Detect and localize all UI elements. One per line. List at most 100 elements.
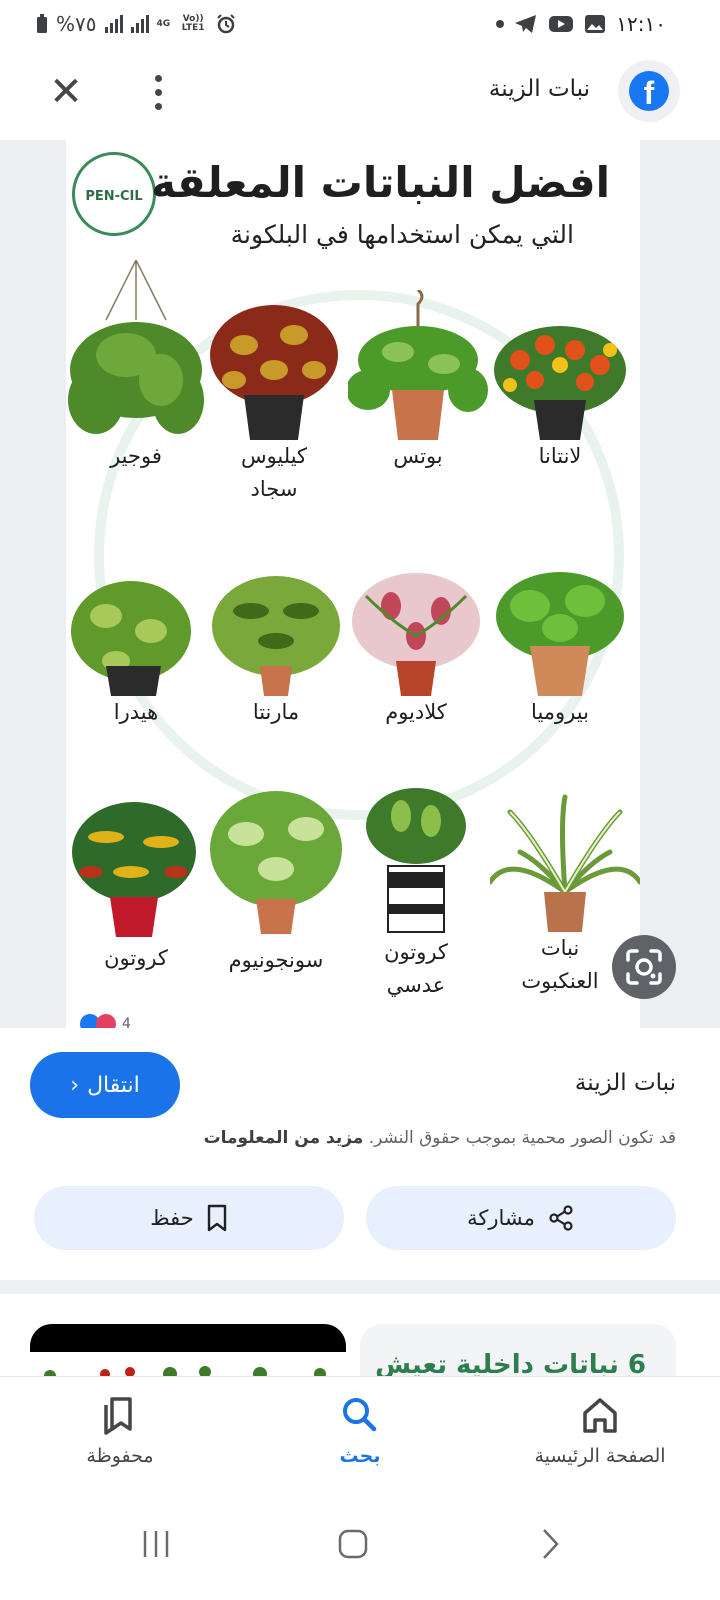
plant-label: لانتانا — [538, 444, 582, 468]
plant-item: هيدرا — [66, 576, 206, 729]
plant-label: سونجونيوم — [228, 948, 324, 972]
recent-apps-button[interactable] — [116, 1514, 196, 1574]
section-divider — [0, 1280, 720, 1294]
copyright-text: قد تكون الصور محمية بموجب حقوق النشر. — [368, 1128, 676, 1148]
plant-item: نبات العنكبوت — [490, 792, 640, 998]
source-avatar[interactable]: f — [618, 60, 680, 122]
image-preview[interactable]: PEN-CIL افضل النباتات المعلقة التي يمكن … — [0, 140, 720, 1028]
plant-item: فوجير — [66, 260, 206, 473]
more-options-button[interactable] — [140, 72, 176, 112]
battery-percent: %٧٥ — [56, 12, 97, 36]
back-button[interactable] — [510, 1514, 590, 1574]
nav-search[interactable]: بحث — [240, 1377, 480, 1493]
croton-lentil-plant-icon — [366, 788, 466, 933]
bookmarks-icon — [104, 1397, 132, 1435]
reaction-count: 4 — [122, 1016, 131, 1028]
bookmark-icon — [207, 1204, 226, 1232]
related-thumbnail — [30, 1352, 346, 1376]
related-card[interactable] — [30, 1324, 346, 1376]
plant-label: بيروميا — [531, 700, 589, 724]
related-card-text: 6 نباتات داخلية تعيش — [375, 1350, 646, 1376]
nav-home-label: الصفحة الرئيسية — [534, 1445, 666, 1467]
save-button[interactable]: حفظ — [34, 1186, 344, 1250]
alarm-icon — [217, 14, 235, 34]
plant-item: كروتون عدسي — [346, 786, 486, 1002]
fern-plant-icon — [68, 260, 204, 434]
love-reaction-icon — [96, 1014, 116, 1028]
status-left: %٧٥ 4G Vo)) LTE1 — [36, 12, 236, 36]
pencil-logo: PEN-CIL — [72, 152, 156, 236]
youtube-icon — [549, 16, 574, 32]
chevron-left-icon: ‹ — [70, 1072, 80, 1098]
back-chevron-icon — [543, 1529, 559, 1559]
related-card[interactable]: 6 نباتات داخلية تعيش — [360, 1324, 676, 1376]
poster-title: افضل النباتات المعلقة — [151, 158, 610, 207]
copyright-note: قد تكون الصور محمية بموجب حقوق النشر. مز… — [204, 1128, 676, 1148]
plant-label: مارنتا — [252, 700, 300, 724]
related-results: 6 نباتات داخلية تعيش — [0, 1294, 720, 1376]
source-title[interactable]: نبات الزينة — [489, 76, 590, 102]
plant-label: هيدرا — [113, 700, 159, 724]
reactions: 4 — [80, 1014, 131, 1028]
spider-plant-icon — [490, 794, 640, 932]
home-system-button[interactable] — [313, 1514, 393, 1574]
plant-item: بيروميا — [490, 566, 630, 729]
more-info-link[interactable]: مزيد من المعلومات — [204, 1128, 364, 1148]
gallery-icon — [585, 15, 606, 33]
status-bar: %٧٥ 4G Vo)) LTE1 ١٢:١٠ — [0, 0, 720, 52]
plant-label: نبات العنكبوت — [521, 936, 599, 993]
poster-subtitle: التي يمكن استخدامها في البلكونة — [230, 220, 574, 249]
plant-label: بوتس — [393, 444, 443, 468]
image-info-panel: نبات الزينة انتقال ‹ قد تكون الصور محمية… — [0, 1028, 720, 1280]
plant-label: كيليوس سجاد — [240, 444, 308, 501]
plant-item: كروتون — [66, 792, 206, 975]
bottom-navigation: محفوظة بحث الصفحة الرئيسية — [0, 1376, 720, 1493]
home-square-icon — [338, 1529, 368, 1559]
recent-apps-icon — [143, 1531, 169, 1557]
signal-icon-2 — [130, 15, 149, 33]
close-icon[interactable]: ✕ — [44, 70, 88, 114]
visit-button[interactable]: انتقال ‹ — [30, 1052, 180, 1118]
search-icon — [343, 1398, 377, 1432]
facebook-logo-icon: f — [629, 71, 669, 111]
network-4g: 4G — [156, 18, 171, 29]
viewer-header: ✕ نبات الزينة f — [0, 52, 720, 140]
plant-item: سونجونيوم — [206, 784, 346, 977]
visit-label: انتقال — [87, 1072, 140, 1098]
plant-label: فوجير — [110, 444, 162, 468]
caladium-plant-icon — [352, 573, 480, 696]
lens-search-button[interactable] — [612, 935, 676, 999]
image-title[interactable]: نبات الزينة — [575, 1070, 676, 1096]
maranta-plant-icon — [212, 576, 340, 696]
home-icon — [583, 1398, 617, 1433]
nav-home[interactable]: الصفحة الرئيسية — [480, 1377, 720, 1493]
hedera-plant-icon — [71, 581, 191, 696]
plant-label: كلاديوم — [385, 700, 447, 724]
plant-label: كروتون — [104, 946, 168, 970]
share-icon — [549, 1205, 573, 1231]
syngonium-plant-icon — [210, 791, 342, 934]
share-button[interactable]: مشاركة — [366, 1186, 676, 1250]
share-label: مشاركة — [467, 1206, 535, 1230]
plant-item: مارنتا — [206, 566, 346, 729]
save-label: حفظ — [150, 1206, 194, 1230]
peperomia-plant-icon — [496, 572, 624, 696]
plant-label: كروتون عدسي — [384, 940, 448, 997]
lens-icon — [626, 949, 662, 985]
system-navigation — [0, 1492, 720, 1600]
plant-item: كلاديوم — [346, 566, 486, 729]
volte-indicator: Vo)) LTE1 — [181, 14, 205, 33]
coleus-plant-icon — [210, 305, 338, 440]
telegram-icon — [515, 15, 537, 33]
lantana-plant-icon — [494, 326, 626, 440]
nav-saved[interactable]: محفوظة — [0, 1377, 240, 1493]
nav-saved-label: محفوظة — [86, 1445, 154, 1467]
notification-dot-icon — [496, 20, 505, 28]
plant-item: لانتانا — [490, 320, 630, 473]
status-right: ١٢:١٠ — [496, 12, 666, 36]
pothos-plant-icon — [348, 290, 488, 440]
signal-icon — [104, 15, 123, 33]
plant-item: كيليوس سجاد — [204, 300, 344, 506]
croton-plant-icon — [72, 802, 196, 937]
poster-image: PEN-CIL افضل النباتات المعلقة التي يمكن … — [66, 140, 640, 1028]
